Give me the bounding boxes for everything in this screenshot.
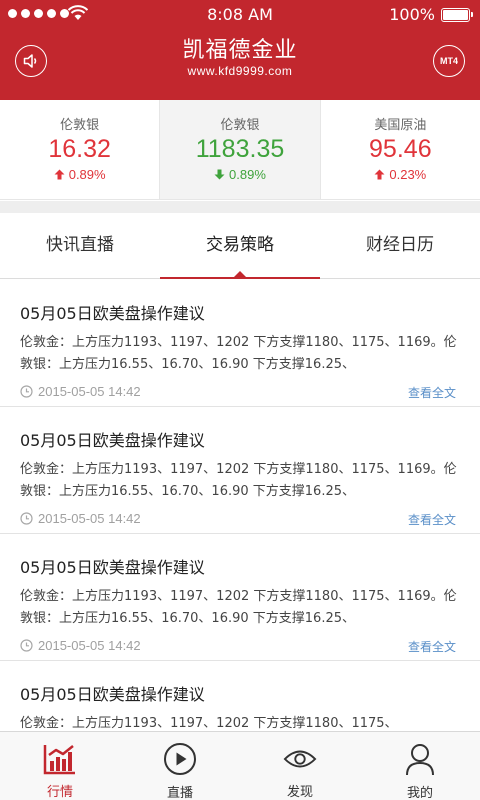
article-list[interactable]: 05月05日欧美盘操作建议 伦敦金：上方压力1193、1197、1202 下方支… [0,280,480,731]
read-more-link[interactable]: 查看全文 [408,384,456,401]
brand: 凯福德金业 www.kfd9999.com [0,38,480,78]
article-summary: 伦敦金：上方压力1193、1197、1202 下方支撑1180、1175、116… [20,335,457,372]
quote-card[interactable]: 美国原油 95.46 0.23% [321,100,480,199]
arrow-down-icon [214,169,225,180]
battery-icon [441,8,473,22]
mt4-button[interactable]: MT4 [433,45,465,77]
article-summary: 伦敦金：上方压力1193、1197、1202 下方支撑1180、1175、116… [20,462,457,499]
market-chart-icon [43,742,77,775]
article-title: 05月05日欧美盘操作建议 [20,431,205,450]
user-icon [403,742,437,776]
tab-economic-calendar[interactable]: 财经日历 [320,213,480,278]
clock-icon [20,512,33,525]
nav-item-profile[interactable]: 我的 [360,732,480,800]
mt4-label: MT4 [440,56,458,66]
nav-label: 直播 [166,786,193,800]
battery-percentage: 100% [389,5,435,24]
article-timestamp: 2015-05-05 14:42 [20,511,141,526]
article-timestamp: 2015-05-05 14:42 [20,384,141,399]
bottom-nav: 行情 直播 发现 我的 [0,731,480,800]
quote-name: 美国原油 [374,118,427,133]
quote-change: 0.23% [321,167,480,182]
article-timestamp: 2015-05-05 14:42 [20,638,141,653]
nav-label: 发现 [286,785,313,800]
app-title: 凯福德金业 [182,38,298,63]
quote-name: 伦敦银 [220,118,260,133]
quote-price: 16.32 [48,135,111,163]
nav-label: 我的 [406,786,433,800]
quote-change: 0.89% [160,167,319,182]
article-title: 05月05日欧美盘操作建议 [20,304,205,323]
nav-item-market[interactable]: 行情 [0,732,120,800]
quote-panel: 伦敦银 16.32 0.89% 伦敦银 1183.35 0.89% 美国原油 9… [0,100,480,200]
quote-change-value: 0.89% [68,167,106,182]
list-item[interactable]: 05月05日欧美盘操作建议 伦敦金：上方压力1193、1197、1202 下方支… [0,407,480,534]
list-item[interactable]: 05月05日欧美盘操作建议 伦敦金：上方压力1193、1197、1202 下方支… [0,534,480,661]
nav-item-discover[interactable]: 发现 [240,732,360,800]
list-item[interactable]: 05月05日欧美盘操作建议 伦敦金：上方压力1193、1197、1202 下方支… [0,280,480,407]
nav-label: 行情 [46,785,73,800]
read-more-link[interactable]: 查看全文 [408,638,456,655]
quote-price: 95.46 [369,135,432,163]
app-url: www.kfd9999.com [187,64,293,78]
eye-icon [283,742,317,775]
status-bar: 8:08 AM 100% [0,0,480,30]
section-divider [0,201,480,213]
article-title: 05月05日欧美盘操作建议 [20,685,205,704]
article-title: 05月05日欧美盘操作建议 [20,558,205,577]
play-icon [163,742,197,776]
clock-icon [20,639,33,652]
quote-card[interactable]: 伦敦银 16.32 0.89% [0,100,161,199]
arrow-up-icon [54,169,65,180]
article-time-text: 2015-05-05 14:42 [38,511,141,526]
tab-news-live[interactable]: 快讯直播 [0,213,160,278]
article-time-text: 2015-05-05 14:42 [38,638,141,653]
clock-icon [20,385,33,398]
article-summary: 伦敦金：上方压力1193、1197、1202 下方支撑1180、1175、116… [20,589,457,626]
quote-change: 0.89% [0,167,159,182]
tab-bar: 快讯直播 交易策略 财经日历 [0,213,480,279]
quote-name: 伦敦银 [60,118,100,133]
quote-change-value: 0.89% [229,167,266,182]
quote-price: 1183.35 [195,135,285,163]
app-header: 8:08 AM 100% 凯福德金业 www.kfd9999.com MT4 [0,0,480,100]
article-time-text: 2015-05-05 14:42 [38,384,141,399]
read-more-link[interactable]: 查看全文 [408,511,456,528]
arrow-up-icon [374,169,385,180]
tab-trading-strategy[interactable]: 交易策略 [160,213,320,279]
quote-card[interactable]: 伦敦银 1183.35 0.89% [160,100,321,199]
nav-item-live[interactable]: 直播 [120,732,240,800]
list-item[interactable]: 05月05日欧美盘操作建议 伦敦金：上方压力1193、1197、1202 下方支… [0,661,480,731]
quote-change-value: 0.23% [389,167,427,182]
article-summary: 伦敦金：上方压力1193、1197、1202 下方支撑1180、1175、 [20,716,398,731]
